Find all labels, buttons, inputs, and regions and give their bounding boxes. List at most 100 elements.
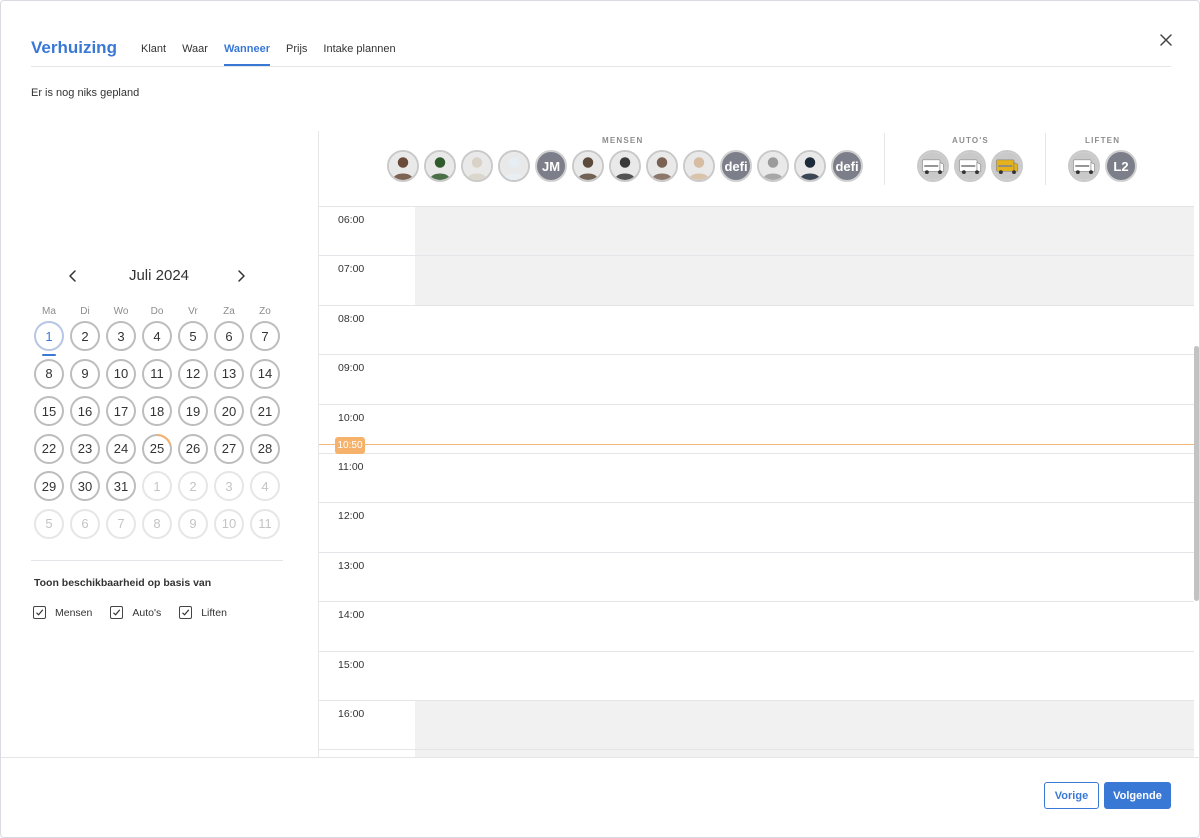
calendar-day[interactable]: 23 [67, 433, 103, 472]
person-avatar[interactable] [646, 150, 678, 182]
tab-waar[interactable]: Waar [182, 41, 208, 66]
tab-klant[interactable]: Klant [141, 41, 166, 66]
calendar-day[interactable]: 20 [211, 396, 247, 434]
checkbox-liften[interactable]: Liften [179, 606, 227, 619]
calendar-day-label: 22 [34, 433, 64, 464]
calendar-day-outside-month: 8 [139, 508, 175, 547]
calendar-day-label: 18 [142, 396, 172, 427]
person-avatar[interactable] [424, 150, 456, 182]
person-avatar[interactable] [387, 150, 419, 182]
person-avatar[interactable] [683, 150, 715, 182]
tab-intake-plannen[interactable]: Intake plannen [323, 41, 395, 66]
calendar-day[interactable]: 25 [139, 433, 175, 472]
calendar-weekdays: Ma Di Wo Do Vr Za Zo [31, 306, 283, 317]
calendar-day[interactable]: 27 [211, 433, 247, 472]
calendar-day[interactable]: 6 [211, 321, 247, 359]
calendar-day[interactable]: 11 [139, 358, 175, 397]
calendar-day[interactable]: 16 [67, 396, 103, 434]
hour-row[interactable]: 13:00 [319, 551, 1194, 601]
schedule-scrollbar[interactable] [1194, 346, 1199, 601]
weekday-label: Vr [188, 306, 198, 317]
calendar-day[interactable]: 24 [103, 433, 139, 472]
tab-prijs[interactable]: Prijs [286, 41, 307, 66]
calendar-day[interactable]: 1 [31, 321, 67, 359]
calendar-day[interactable]: 30 [67, 471, 103, 509]
calendar-day[interactable]: 4 [139, 321, 175, 359]
calendar-day[interactable]: 12 [175, 358, 211, 397]
unavailable-block [415, 207, 1194, 256]
tab-wanneer[interactable]: Wanneer [223, 41, 270, 66]
calendar-days: 1 2 3 4 5 6 7 8 9 10 11 12 13 14 15 16 17 18 19 20 21 22 23 24 2… [31, 321, 283, 547]
hour-row[interactable]: 14:00 [319, 601, 1194, 650]
van-icon[interactable] [1068, 150, 1100, 182]
calendar-day-label: 10 [106, 358, 136, 389]
calendar-day[interactable]: 10 [103, 358, 139, 397]
modal-title: Verhuizing [31, 38, 117, 57]
calendar-day[interactable]: 7 [247, 321, 283, 359]
calendar-day[interactable]: 14 [247, 358, 283, 397]
calendar-day[interactable]: 17 [103, 396, 139, 434]
hour-label: 09:00 [338, 362, 365, 375]
resource-avatar-initials[interactable]: defi [720, 150, 752, 182]
calendar-day[interactable]: 15 [31, 396, 67, 434]
hour-row[interactable]: 09:00 [319, 354, 1194, 403]
calendar-day[interactable]: 28 [247, 433, 283, 472]
calendar-day[interactable]: 8 [31, 358, 67, 397]
hour-row[interactable]: 16:00 [319, 700, 1194, 750]
hour-row[interactable]: 11:00 [319, 453, 1194, 502]
previous-button[interactable]: Vorige [1044, 782, 1099, 809]
checkbox-mensen[interactable]: Mensen [33, 606, 92, 619]
calendar-day[interactable]: 26 [175, 433, 211, 472]
calendar-day[interactable]: 22 [31, 433, 67, 472]
next-button[interactable]: Volgende [1104, 782, 1171, 809]
hour-row[interactable]: 07:00 [319, 255, 1194, 305]
calendar-day[interactable]: 9 [67, 358, 103, 397]
calendar-day[interactable]: 19 [175, 396, 211, 434]
chevron-right-icon[interactable] [233, 268, 249, 284]
close-icon[interactable] [1157, 31, 1175, 49]
schedule-grid[interactable]: 06:00 07:00 08:00 09:00 10:00 11:00 12:00 13:00… [318, 206, 1194, 757]
calendar-day[interactable]: 5 [175, 321, 211, 359]
calendar-day[interactable]: 13 [211, 358, 247, 397]
hour-label: 06:00 [338, 214, 365, 226]
hour-label: 13:00 [338, 559, 365, 572]
calendar-day[interactable]: 3 [103, 321, 139, 359]
calendar-day-label: 5 [178, 321, 208, 351]
person-avatar[interactable] [757, 150, 789, 182]
hour-row[interactable]: 12:00 [319, 502, 1194, 551]
calendar-day-label: 13 [214, 358, 244, 389]
hour-row[interactable]: 08:00 [319, 304, 1194, 354]
availability-title: Toon beschikbaarheid op basis van [34, 577, 212, 589]
chevron-left-icon[interactable] [65, 268, 81, 284]
van-icon[interactable] [917, 150, 949, 182]
calendar-day[interactable]: 2 [67, 321, 103, 359]
van-icon[interactable] [954, 150, 986, 182]
person-avatar[interactable] [794, 150, 826, 182]
hour-label: 16:00 [338, 708, 365, 720]
calendar-day[interactable]: 21 [247, 396, 283, 434]
hour-label: 08:00 [338, 312, 365, 325]
hour-row[interactable]: 06:00 [319, 206, 1194, 256]
van-icon[interactable] [991, 150, 1023, 182]
hour-row[interactable]: 10:00 [319, 403, 1194, 453]
person-avatar[interactable] [609, 150, 641, 182]
checkbox-label: Liften [201, 606, 227, 619]
calendar-day-label: 3 [106, 321, 136, 351]
calendar-day-label: 7 [250, 321, 280, 351]
weekday-label: Za [223, 306, 235, 317]
checkbox-autos[interactable]: Auto's [110, 606, 161, 619]
calendar-day-label: 29 [34, 471, 64, 502]
calendar-day[interactable]: 31 [103, 471, 139, 509]
person-avatar[interactable] [498, 150, 530, 182]
resource-avatar-initials[interactable]: JM [535, 150, 567, 182]
person-avatar[interactable] [572, 150, 604, 182]
resource-avatar-initials[interactable]: defi [831, 150, 863, 182]
checkbox-label: Mensen [55, 606, 93, 619]
hour-row[interactable]: 17:00 [319, 749, 1194, 757]
resource-avatar-initials[interactable]: L2 [1105, 150, 1137, 182]
hour-row[interactable]: 15:00 [319, 650, 1194, 700]
calendar-day[interactable]: 29 [31, 471, 67, 509]
person-avatar[interactable] [461, 150, 493, 182]
calendar-day-label: 5 [34, 508, 64, 539]
calendar-day[interactable]: 18 [139, 396, 175, 434]
